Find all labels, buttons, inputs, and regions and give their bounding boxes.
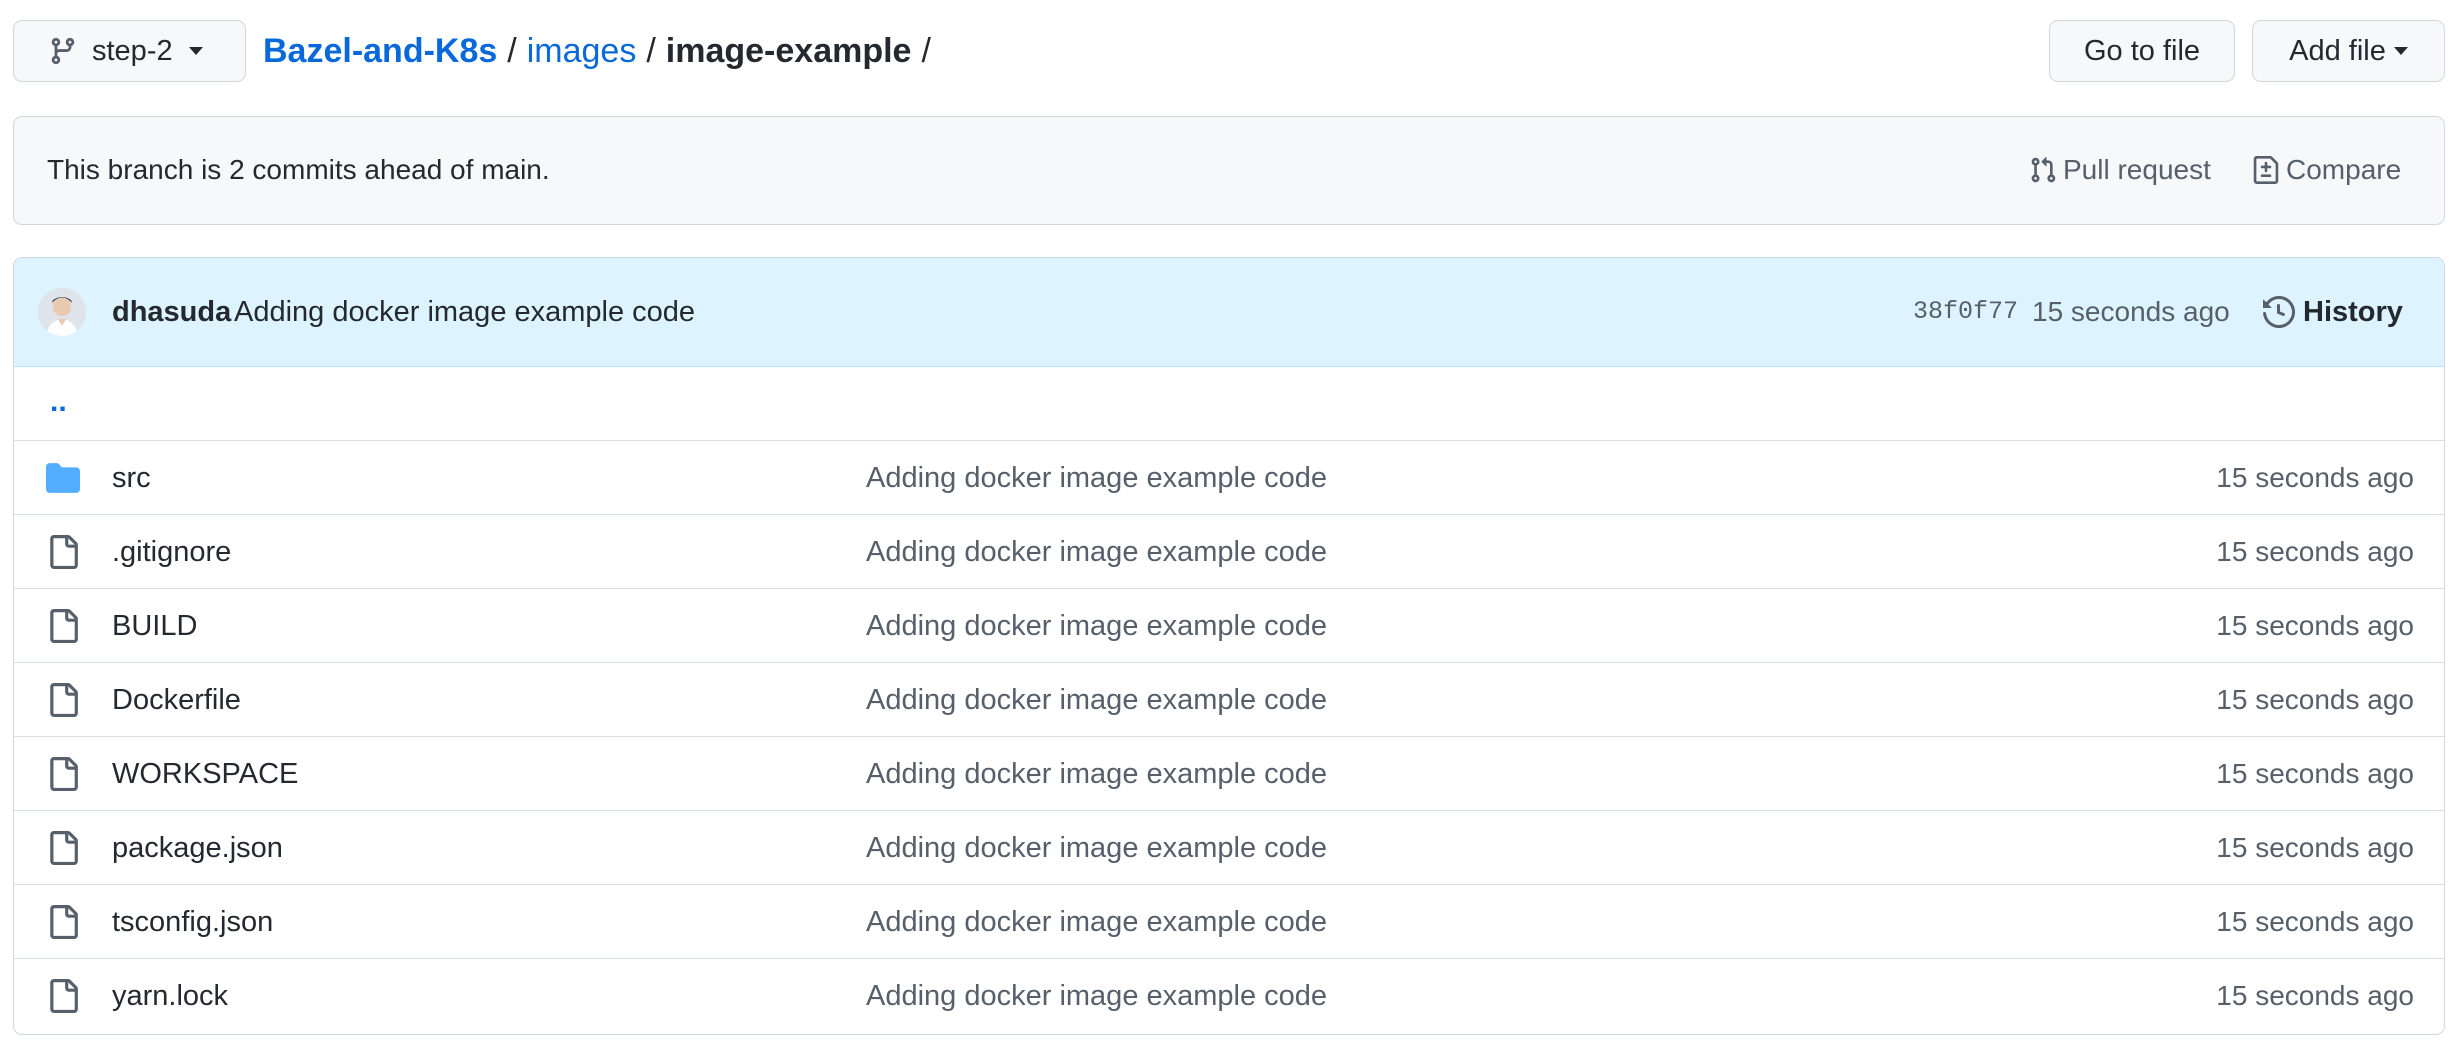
caret-down-icon xyxy=(188,47,203,55)
breadcrumb-repo-link[interactable]: Bazel-and-K8s xyxy=(263,32,497,71)
latest-commit-bar: dhasuda Adding docker image example code… xyxy=(14,258,2444,367)
file-commit-time: 15 seconds ago xyxy=(2216,462,2414,493)
file-row[interactable]: tsconfig.json Adding docker image example… xyxy=(14,885,2444,959)
breadcrumb-separator: / xyxy=(507,31,517,70)
file-commit-message-link[interactable]: Adding docker image example code xyxy=(866,811,1327,885)
file-commit-message-link[interactable]: Adding docker image example code xyxy=(866,441,1327,515)
file-icon xyxy=(46,535,80,569)
avatar[interactable] xyxy=(38,288,86,336)
file-name-link[interactable]: Dockerfile xyxy=(112,663,241,737)
folder-icon xyxy=(46,461,80,495)
branch-ahead-message: This branch is 2 commits ahead of main. xyxy=(47,154,550,185)
commit-sha-link[interactable]: 38f0f77 xyxy=(1913,258,2018,366)
go-to-file-label: Go to file xyxy=(2083,34,2201,67)
file-row[interactable]: Dockerfile Adding docker image example co… xyxy=(14,663,2444,737)
git-pull-request-icon xyxy=(2031,157,2056,183)
pull-request-label: Pull request xyxy=(2063,154,2211,185)
file-commit-message-link[interactable]: Adding docker image example code xyxy=(866,663,1327,737)
file-name-link[interactable]: package.json xyxy=(112,811,283,885)
file-commit-message-link[interactable]: Adding docker image example code xyxy=(866,515,1327,589)
pull-request-link[interactable]: Pull request xyxy=(2029,117,2211,223)
compare-label: Compare xyxy=(2286,154,2402,185)
file-name-link[interactable]: tsconfig.json xyxy=(112,885,273,959)
compare-link[interactable]: Compare xyxy=(2252,117,2401,223)
parent-directory-row[interactable]: .. xyxy=(14,367,2444,441)
file-commit-time: 15 seconds ago xyxy=(2216,832,2414,863)
parent-directory-link[interactable]: .. xyxy=(50,367,67,437)
file-commit-message-link[interactable]: Adding docker image example code xyxy=(866,959,1327,1033)
file-name-link[interactable]: yarn.lock xyxy=(112,959,228,1033)
breadcrumb-separator: / xyxy=(921,31,931,70)
file-commit-time: 15 seconds ago xyxy=(2216,536,2414,567)
add-file-button[interactable]: Add file xyxy=(2252,20,2445,82)
file-name-link[interactable]: BUILD xyxy=(112,589,197,663)
file-commit-time: 15 seconds ago xyxy=(2216,980,2414,1011)
branch-status-bar: This branch is 2 commits ahead of main. … xyxy=(13,116,2445,225)
commit-message-link[interactable]: Adding docker image example code xyxy=(234,258,695,366)
breadcrumb-separator: / xyxy=(646,31,656,70)
commit-author-link[interactable]: dhasuda xyxy=(112,258,231,366)
file-commit-time: 15 seconds ago xyxy=(2216,610,2414,641)
file-commit-message-link[interactable]: Adding docker image example code xyxy=(866,737,1327,811)
file-commit-message-link[interactable]: Adding docker image example code xyxy=(866,589,1327,663)
file-commit-time: 15 seconds ago xyxy=(2216,684,2414,715)
file-icon xyxy=(46,757,80,791)
file-icon xyxy=(46,683,80,717)
breadcrumb: Bazel-and-K8s / images / image-example / xyxy=(263,26,941,76)
file-commit-time: 15 seconds ago xyxy=(2216,906,2414,937)
file-row[interactable]: package.json Adding docker image example … xyxy=(14,811,2444,885)
breadcrumb-current-dir: image-example xyxy=(665,31,912,70)
file-list: dhasuda Adding docker image example code… xyxy=(13,257,2445,1035)
commit-time: 15 seconds ago xyxy=(2032,296,2230,327)
file-icon xyxy=(46,831,80,865)
file-name-link[interactable]: WORKSPACE xyxy=(112,737,298,811)
file-icon xyxy=(46,979,80,1013)
add-file-label: Add file xyxy=(2289,34,2386,67)
file-name-link[interactable]: src xyxy=(112,441,151,515)
file-icon xyxy=(46,905,80,939)
file-name-link[interactable]: .gitignore xyxy=(112,515,231,589)
caret-down-icon xyxy=(2393,47,2408,55)
file-commit-time: 15 seconds ago xyxy=(2216,758,2414,789)
history-icon xyxy=(2263,296,2295,328)
branch-select-button[interactable]: step-2 xyxy=(13,20,246,82)
file-row[interactable]: yarn.lock Adding docker image example cod… xyxy=(14,959,2444,1033)
file-row[interactable]: BUILD Adding docker image example code 15 … xyxy=(14,589,2444,663)
file-navigation: step-2 Bazel-and-K8s / images / image-ex… xyxy=(0,0,2458,104)
file-row[interactable]: WORKSPACE Adding docker image example cod… xyxy=(14,737,2444,811)
breadcrumb-images-link[interactable]: images xyxy=(527,32,637,71)
history-label: History xyxy=(2303,295,2403,328)
git-branch-icon xyxy=(48,36,78,66)
history-link[interactable]: History xyxy=(2263,258,2403,366)
file-row[interactable]: src Adding docker image example code 15 se… xyxy=(14,441,2444,515)
file-diff-icon xyxy=(2253,156,2279,184)
file-row[interactable]: .gitignore Adding docker image example co… xyxy=(14,515,2444,589)
file-icon xyxy=(46,609,80,643)
file-commit-message-link[interactable]: Adding docker image example code xyxy=(866,885,1327,959)
go-to-file-button[interactable]: Go to file xyxy=(2049,20,2235,82)
branch-name: step-2 xyxy=(92,34,173,67)
